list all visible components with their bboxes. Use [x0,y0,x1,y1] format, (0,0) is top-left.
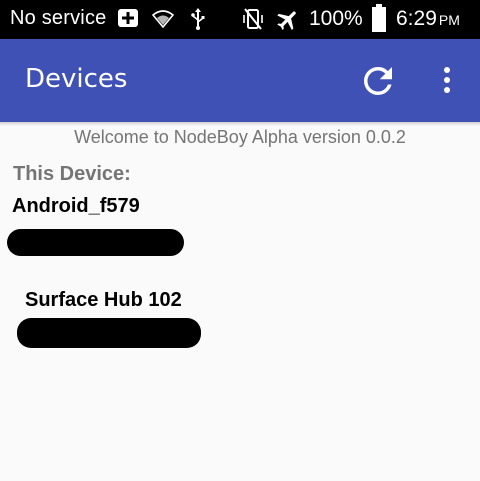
airplane-mode-icon [275,7,301,38]
page-title: Devices [25,64,128,94]
app-bar: Devices [0,39,480,122]
redacted-device-address [17,318,201,348]
vibrate-off-icon [241,7,265,36]
refresh-icon [364,67,392,95]
more-vert-icon [444,67,450,93]
welcome-message: Welcome to NodeBoy Alpha version 0.0.2 [74,127,406,147]
refresh-button[interactable] [357,60,399,102]
carrier-text: No service [10,7,107,29]
device-list-item[interactable]: Surface Hub 102 [25,289,182,312]
status-bar: No service 100% 6:29 PM [0,0,480,39]
clock-ampm: PM [438,12,460,28]
notification-plus-icon [118,9,138,32]
usb-icon [191,8,205,35]
battery-icon [372,4,386,37]
app-bar-shadow [0,122,480,126]
clock: 6:29 PM [396,7,460,31]
overflow-menu-button[interactable] [432,60,462,102]
battery-percent: 100% [309,7,363,30]
clock-time: 6:29 [396,7,437,30]
this-device-name: Android_f579 [12,195,140,217]
redacted-this-device-address [7,229,184,256]
this-device-label: This Device: [13,163,131,185]
wifi-icon [151,10,175,33]
